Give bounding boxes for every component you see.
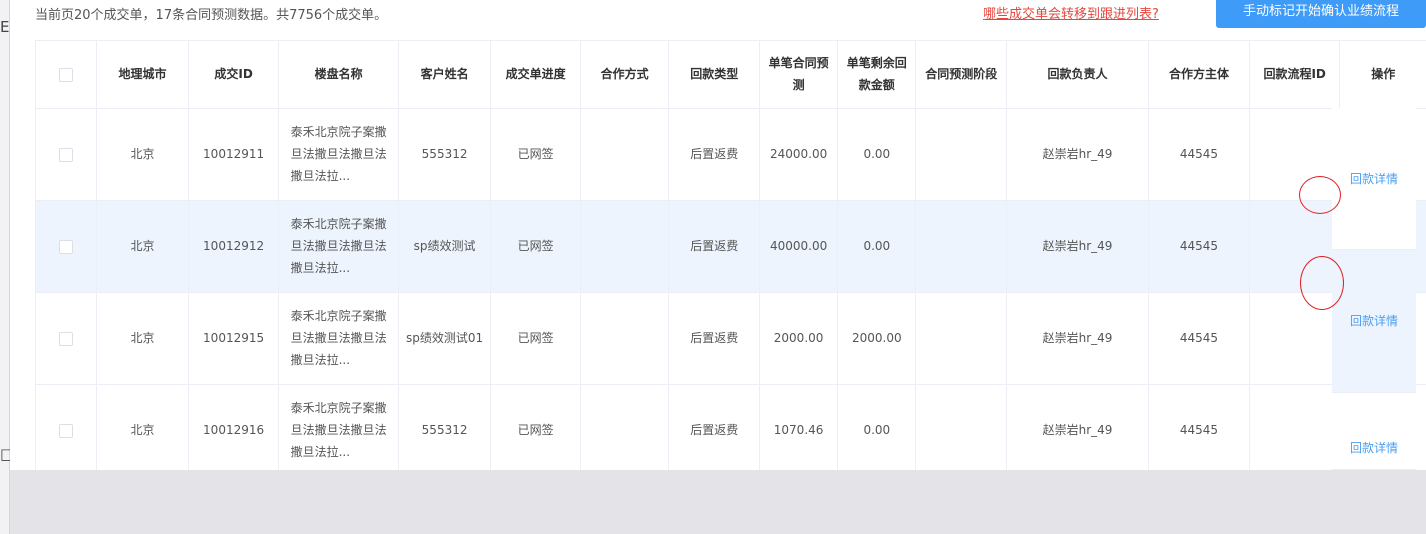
cell-progress: 已网签 (490, 200, 581, 293)
cell-forecast: 2000.00 (759, 292, 839, 385)
cell-payment-type: 后置返费 (668, 384, 760, 470)
cell-stage (915, 292, 1007, 385)
cell-customer: 555312 (398, 108, 492, 201)
table-header-row: 地理城市 成交ID 楼盘名称 客户姓名 成交单进度 合作方式 回款类型 单笔合同… (36, 41, 1426, 109)
cell-progress: 已网签 (490, 384, 581, 470)
table-row[interactable]: 北京 10012911 泰禾北京院子案撒旦法撒旦法撒旦法撒旦法拉... 5553… (36, 108, 1426, 201)
cell-flow-id (1249, 108, 1341, 201)
cell-city: 北京 (96, 108, 189, 201)
cell-customer: 555312 (398, 384, 492, 470)
cell-forecast: 1070.46 (759, 384, 839, 470)
page-summary: 当前页20个成交单，17条合同预测数据。共7756个成交单。 (35, 8, 388, 23)
cell-payment-type: 后置返费 (668, 292, 760, 385)
cell-owner: 赵崇岩hr_49 (1006, 108, 1150, 201)
cell-flow-id (1249, 200, 1341, 293)
row-checkbox[interactable] (59, 331, 74, 346)
cell-flow-id (1249, 384, 1341, 470)
cell-deal-id: 10012911 (188, 108, 280, 201)
cell-remaining: 0.00 (837, 200, 917, 293)
payment-detail-link[interactable]: 回款详情 (1332, 439, 1416, 456)
building-name: 泰禾北京院子案撒旦法撒旦法撒旦法撒旦法拉... (290, 401, 387, 459)
deal-table: 地理城市 成交ID 楼盘名称 客户姓名 成交单进度 合作方式 回款类型 单笔合同… (35, 40, 1426, 470)
cell-partner: 44545 (1148, 108, 1250, 201)
cell-payment-type: 后置返费 (668, 108, 760, 201)
select-all-checkbox[interactable] (59, 67, 74, 82)
row-checkbox[interactable] (59, 147, 74, 162)
cell-partner: 44545 (1148, 292, 1250, 385)
action-cell: 回款详情 (1332, 250, 1416, 393)
column-header[interactable]: 合作方式 (580, 41, 670, 109)
transfer-info-link[interactable]: 哪些成交单会转移到跟进列表? (983, 3, 1159, 22)
row-checkbox[interactable] (59, 423, 74, 438)
cell-owner: 赵崇岩hr_49 (1006, 292, 1150, 385)
column-header[interactable]: 楼盘名称 (278, 41, 399, 109)
cell-deal-id: 10012915 (188, 292, 280, 385)
start-confirm-flow-button[interactable]: 手动标记开始确认业绩流程 (1216, 0, 1426, 28)
background-window-edge: E □ (0, 0, 14, 534)
cell-progress: 已网签 (490, 108, 581, 201)
cell-coop-mode (580, 108, 670, 201)
table-row[interactable]: 北京 10012916 泰禾北京院子案撒旦法撒旦法撒旦法撒旦法拉... 5553… (36, 384, 1426, 470)
cell-deal-id: 10012916 (188, 384, 280, 470)
cell-coop-mode (580, 384, 670, 470)
cell-coop-mode (580, 292, 670, 385)
column-header[interactable]: 单笔合同预测 (759, 41, 839, 109)
column-header[interactable]: 单笔剩余回款金额 (837, 41, 917, 109)
cell-deal-id: 10012912 (188, 200, 280, 293)
cell-city: 北京 (96, 384, 189, 470)
cell-building: 泰禾北京院子案撒旦法撒旦法撒旦法撒旦法拉... (278, 384, 399, 470)
background-glyph: E (0, 18, 10, 36)
select-all-cell (36, 41, 98, 109)
list-toolbar: 当前页20个成交单，17条合同预测数据。共7756个成交单。 哪些成交单会转移到… (10, 0, 1426, 28)
cell-stage (915, 200, 1007, 293)
column-header[interactable]: 成交单进度 (490, 41, 581, 109)
action-cell: 回款详情 (1332, 108, 1416, 250)
payment-detail-link[interactable]: 回款详情 (1332, 170, 1416, 187)
cell-partner: 44545 (1148, 384, 1250, 470)
row-select-cell (36, 292, 98, 385)
building-name: 泰禾北京院子案撒旦法撒旦法撒旦法撒旦法拉... (290, 309, 387, 367)
cell-stage (915, 384, 1007, 470)
column-header[interactable]: 回款负责人 (1006, 41, 1150, 109)
row-checkbox[interactable] (59, 239, 74, 254)
cell-remaining: 2000.00 (837, 292, 917, 385)
cell-remaining: 0.00 (837, 384, 917, 470)
column-header[interactable]: 回款类型 (668, 41, 760, 109)
column-header[interactable]: 合同预测阶段 (915, 41, 1007, 109)
cell-payment-type: 后置返费 (668, 200, 760, 293)
cell-flow-id (1249, 292, 1341, 385)
cell-owner: 赵崇岩hr_49 (1006, 200, 1150, 293)
column-header[interactable]: 回款流程ID (1249, 41, 1341, 109)
cell-owner: 赵崇岩hr_49 (1006, 384, 1150, 470)
cell-city: 北京 (96, 292, 189, 385)
cell-stage (915, 108, 1007, 201)
cell-partner: 44545 (1148, 200, 1250, 293)
building-name: 泰禾北京院子案撒旦法撒旦法撒旦法撒旦法拉... (290, 217, 387, 275)
column-header[interactable]: 成交ID (188, 41, 280, 109)
payment-detail-link[interactable]: 回款详情 (1332, 312, 1416, 329)
action-column: 回款详情 回款详情 回款详情 (1332, 108, 1416, 470)
cell-forecast: 24000.00 (759, 108, 839, 201)
column-header[interactable]: 客户姓名 (398, 41, 492, 109)
cell-forecast: 40000.00 (759, 200, 839, 293)
column-header[interactable]: 合作方主体 (1148, 41, 1250, 109)
cell-building: 泰禾北京院子案撒旦法撒旦法撒旦法撒旦法拉... (278, 200, 399, 293)
row-select-cell (36, 200, 98, 293)
column-header[interactable]: 地理城市 (96, 41, 189, 109)
table-row[interactable]: 北京 10012915 泰禾北京院子案撒旦法撒旦法撒旦法撒旦法拉... sp绩效… (36, 292, 1426, 385)
row-select-cell (36, 108, 98, 201)
cell-customer: sp绩效测试 (398, 200, 492, 293)
cell-building: 泰禾北京院子案撒旦法撒旦法撒旦法撒旦法拉... (278, 292, 399, 385)
cell-progress: 已网签 (490, 292, 581, 385)
cell-remaining: 0.00 (837, 108, 917, 201)
action-cell: 回款详情 (1332, 393, 1416, 470)
row-select-cell (36, 384, 98, 470)
cell-coop-mode (580, 200, 670, 293)
cell-building: 泰禾北京院子案撒旦法撒旦法撒旦法撒旦法拉... (278, 108, 399, 201)
table-row[interactable]: 北京 10012912 泰禾北京院子案撒旦法撒旦法撒旦法撒旦法拉... sp绩效… (36, 200, 1426, 293)
cell-customer: sp绩效测试01 (398, 292, 492, 385)
cell-city: 北京 (96, 200, 189, 293)
column-header: 操作 (1339, 41, 1426, 109)
building-name: 泰禾北京院子案撒旦法撒旦法撒旦法撒旦法拉... (290, 125, 387, 183)
